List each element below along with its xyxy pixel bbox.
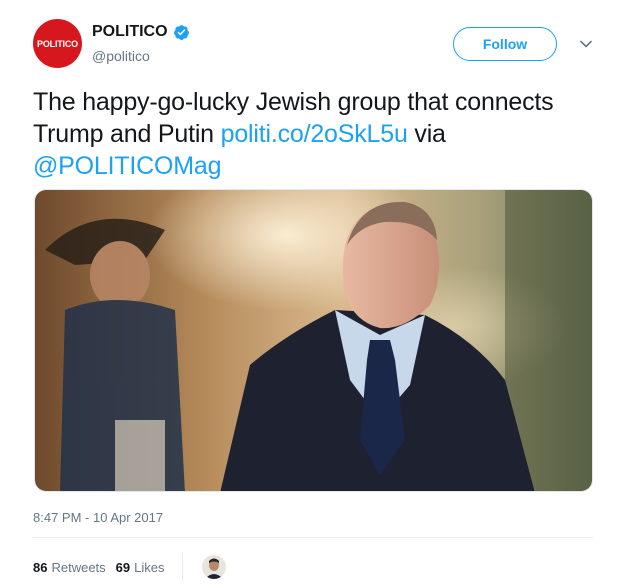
chevron-down-icon[interactable]: [579, 39, 593, 49]
tweet-text-part2: via: [407, 120, 446, 148]
tweet-text: The happy-go-lucky Jewish group that con…: [33, 86, 593, 182]
follow-button[interactable]: Follow: [453, 27, 557, 61]
likes-count: 69: [115, 559, 131, 575]
tweet-media-photo[interactable]: [34, 189, 593, 492]
tweet-mention[interactable]: @POLITICOMag: [33, 152, 222, 180]
author-name-row: POLITICO: [92, 23, 190, 41]
retweets-count: 86: [33, 559, 48, 575]
stat-separator: [181, 553, 183, 581]
photo-image: [35, 190, 592, 491]
tweet-card: POLITICO POLITICO @politico Follow The h…: [0, 0, 625, 585]
tweet-timestamp[interactable]: 8:47 PM - 10 Apr 2017: [33, 510, 163, 525]
tweet-link[interactable]: politi.co/2oSkL5u: [221, 120, 408, 148]
liker-avatar[interactable]: [201, 555, 226, 579]
retweets-label: Retweets: [51, 559, 106, 575]
likes-label: Likes: [134, 559, 165, 575]
retweets-stat[interactable]: 86 Retweets: [33, 560, 106, 575]
engagement-stats: 86 Retweets 69 Likes: [33, 553, 226, 581]
avatar-logo-text: POLITICO: [37, 38, 78, 49]
author-display-name[interactable]: POLITICO: [92, 23, 168, 41]
likes-stat[interactable]: 69 Likes: [116, 560, 165, 575]
verified-badge-icon: [173, 24, 189, 40]
divider: [33, 537, 593, 538]
author-avatar[interactable]: POLITICO: [33, 19, 82, 68]
author-handle[interactable]: @politico: [92, 48, 150, 64]
